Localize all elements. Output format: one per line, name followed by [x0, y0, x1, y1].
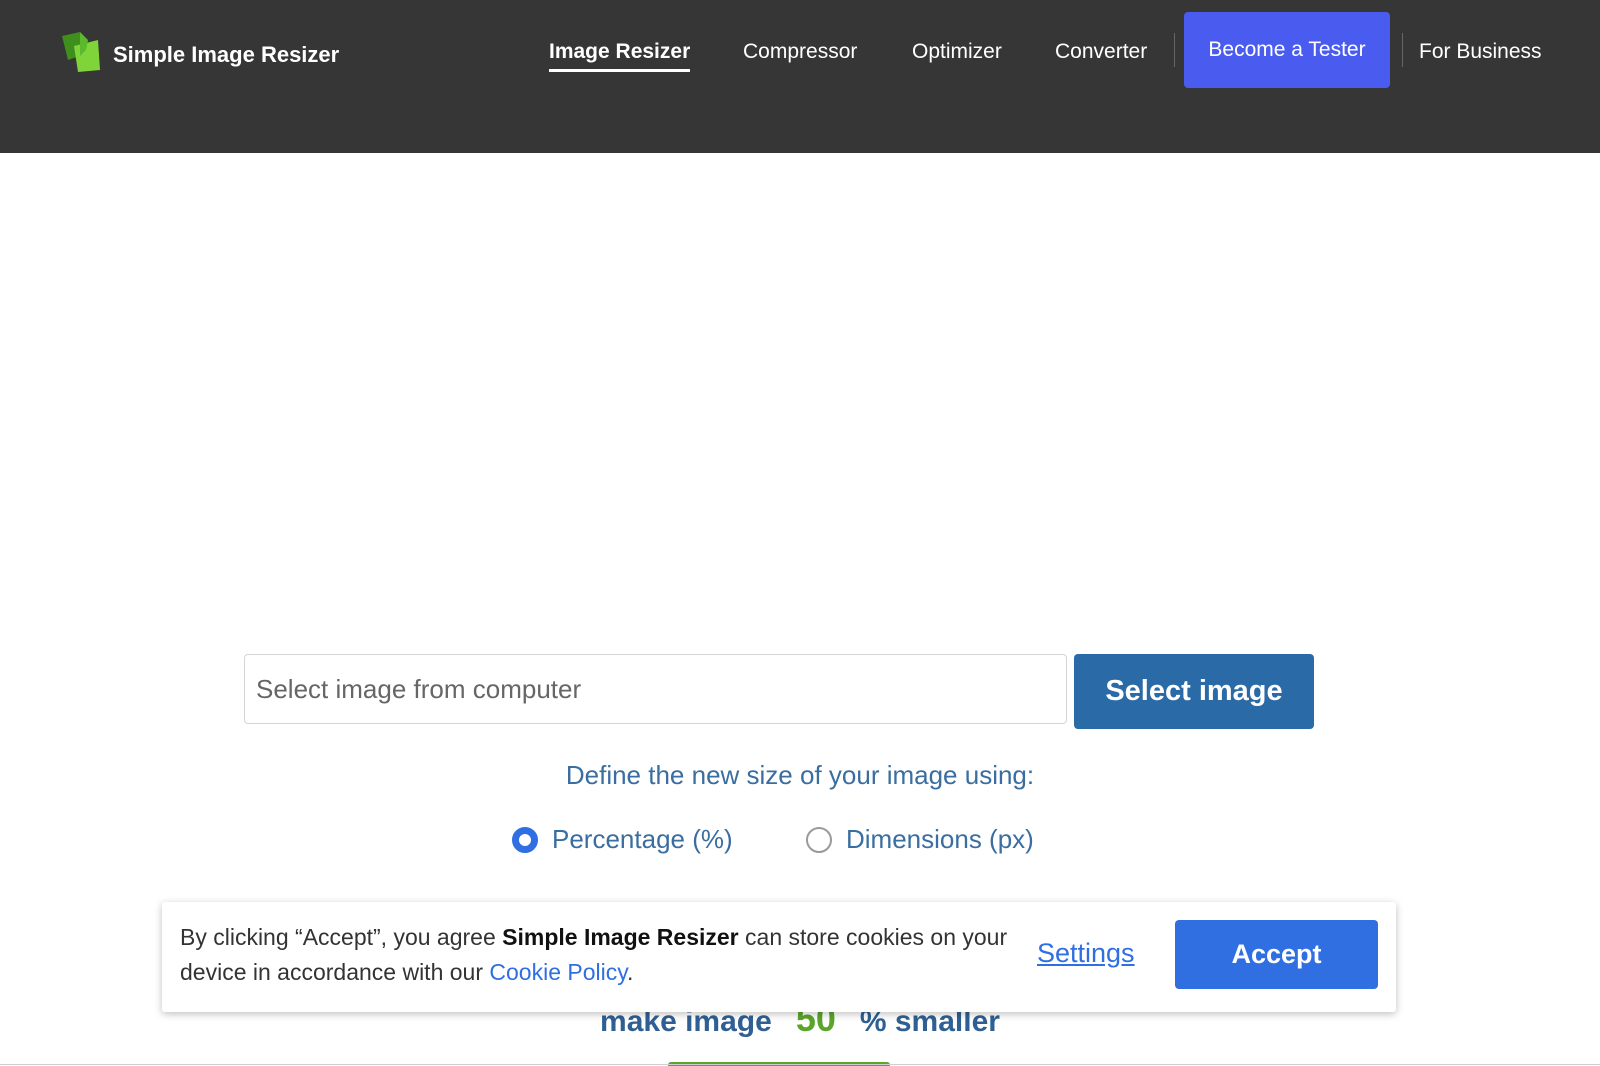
percentage-radio-button[interactable]	[512, 826, 538, 853]
dimensions-radio-button[interactable]	[806, 826, 832, 853]
nav-divider	[1174, 33, 1175, 67]
dimensions-radio-option[interactable]: Dimensions (px)	[806, 824, 1034, 855]
brand-name: Simple Image Resizer	[113, 42, 340, 67]
page-bottom-divider	[0, 1064, 1600, 1065]
percentage-radio-option[interactable]: Percentage (%)	[512, 824, 733, 855]
nav-optimizer[interactable]: Optimizer	[912, 40, 1002, 64]
cookie-consent-banner: By clicking “Accept”, you agree Simple I…	[162, 902, 1396, 1012]
logo-icon	[62, 32, 100, 72]
cookie-settings-link[interactable]: Settings	[1037, 938, 1135, 969]
dimensions-radio-label: Dimensions (px)	[846, 824, 1034, 854]
accept-cookies-button[interactable]: Accept	[1175, 920, 1378, 989]
page: Simple Image Resizer Image Resizer Compr…	[0, 0, 1600, 1066]
resize-method-prompt: Define the new size of your image using:	[565, 760, 1035, 790]
nav-converter[interactable]: Converter	[1055, 40, 1147, 64]
nav-compressor[interactable]: Compressor	[743, 40, 857, 64]
cookie-text-end: .	[627, 959, 634, 985]
top-navigation-bar: Simple Image Resizer Image Resizer Compr…	[0, 0, 1600, 153]
select-image-button[interactable]: Select image	[1074, 654, 1314, 729]
brand-logo-link[interactable]: Simple Image Resizer	[58, 30, 339, 74]
nav-divider	[1402, 33, 1403, 67]
percentage-radio-label: Percentage (%)	[552, 824, 733, 854]
nav-image-resizer-label: Image Resizer	[549, 40, 691, 63]
cookie-text-before: By clicking “Accept”, you agree	[180, 924, 503, 950]
cookie-text-brand: Simple Image Resizer	[502, 924, 739, 950]
cookie-consent-text: By clicking “Accept”, you agree Simple I…	[180, 920, 1010, 990]
cookie-policy-link[interactable]: Cookie Policy	[489, 959, 627, 985]
become-tester-button[interactable]: Become a Tester	[1184, 12, 1390, 88]
nav-image-resizer[interactable]: Image Resizer	[549, 40, 691, 72]
select-image-input[interactable]	[244, 654, 1067, 724]
nav-for-business[interactable]: For Business	[1419, 40, 1542, 64]
active-nav-underline	[549, 69, 691, 72]
